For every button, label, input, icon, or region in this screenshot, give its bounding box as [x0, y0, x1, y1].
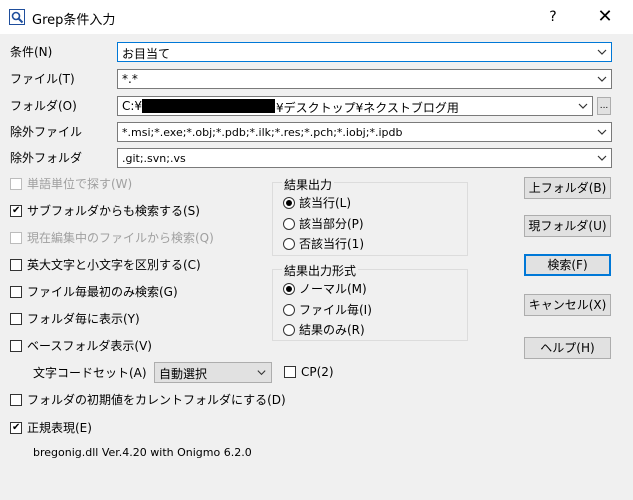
word-unit-checkbox[interactable]: 単語単位で探す(W)	[10, 175, 132, 192]
radio-label: 結果のみ(R)	[299, 323, 365, 337]
checkbox-box[interactable]	[10, 393, 22, 406]
radio-result-line[interactable]: 該当行(L)	[283, 194, 351, 211]
parent-folder-button[interactable]: 上フォルダ(B)	[524, 177, 611, 199]
window-title: Grep条件入力	[32, 13, 116, 28]
cancel-button[interactable]: キャンセル(X)	[524, 294, 611, 316]
redacted-block	[142, 99, 275, 113]
radio-format-normal[interactable]: ノーマル(M)	[283, 280, 367, 297]
exclude-folder-combo[interactable]: .git;.svn;.vs	[117, 148, 612, 168]
checkbox-box[interactable]	[10, 258, 22, 271]
checkbox-box[interactable]	[10, 177, 22, 190]
radio-button[interactable]	[283, 282, 295, 295]
init-folder-checkbox[interactable]: フォルダの初期値をカレントフォルダにする(D)	[10, 391, 286, 408]
init-folder-label: フォルダの初期値をカレントフォルダにする(D)	[27, 393, 286, 407]
exclude-folder-input[interactable]: .git;.svn;.vs	[122, 152, 186, 165]
regex-checkbox[interactable]: ✔ 正規表現(E)	[10, 419, 92, 436]
base-folder-checkbox[interactable]: ベースフォルダ表示(V)	[10, 337, 152, 354]
radio-result-part[interactable]: 該当部分(P)	[283, 215, 364, 232]
result-output-title: 結果出力	[282, 176, 335, 193]
first-only-label: ファイル毎最初のみ検索(G)	[27, 285, 178, 299]
footer-version: bregonig.dll Ver.4.20 with Onigmo 6.2.0	[33, 446, 252, 459]
subfolder-checkbox[interactable]: ✔ サブフォルダからも検索する(S)	[10, 202, 200, 219]
radio-label: ファイル毎(I)	[299, 303, 372, 317]
checkmark-icon: ✔	[12, 421, 21, 433]
checkbox-box[interactable]	[10, 339, 22, 352]
radio-label: ノーマル(M)	[299, 282, 367, 296]
checkbox-box[interactable]	[10, 285, 22, 298]
radio-dot	[286, 199, 292, 206]
checkbox-box[interactable]	[10, 312, 22, 325]
exclude-file-input[interactable]: *.msi;*.exe;*.obj;*.pdb;*.ilk;*.res;*.pc…	[122, 126, 402, 139]
app-search-icon	[9, 9, 25, 25]
checkbox-box[interactable]: ✔	[10, 204, 22, 217]
radio-dot	[286, 285, 292, 292]
cp-label: CP(2)	[301, 365, 334, 379]
close-button[interactable]: ✕	[583, 4, 627, 30]
current-file-checkbox[interactable]: 現在編集中のファイルから検索(Q)	[10, 229, 214, 246]
charset-label: 文字コードセット(A)	[33, 366, 147, 380]
help-button[interactable]: ヘルプ(H)	[524, 337, 611, 359]
word-unit-label: 単語単位で探す(W)	[27, 177, 133, 191]
case-checkbox[interactable]: 英大文字と小文字を区別する(C)	[10, 256, 201, 273]
radio-button[interactable]	[283, 237, 295, 250]
per-folder-label: フォルダ毎に表示(Y)	[27, 312, 140, 326]
folder-label: フォルダ(O)	[10, 99, 77, 113]
current-folder-button[interactable]: 現フォルダ(U)	[524, 215, 611, 237]
file-combo[interactable]: *.*	[117, 69, 612, 89]
radio-button[interactable]	[283, 303, 295, 316]
chevron-down-icon[interactable]	[596, 126, 608, 138]
radio-format-result-only[interactable]: 結果のみ(R)	[283, 321, 365, 338]
file-label: ファイル(T)	[10, 72, 75, 86]
radio-button[interactable]	[283, 217, 295, 230]
checkbox-box[interactable]	[284, 366, 296, 378]
exclude-file-combo[interactable]: *.msi;*.exe;*.obj;*.pdb;*.ilk;*.res;*.pc…	[117, 122, 612, 142]
radio-format-per-file[interactable]: ファイル毎(I)	[283, 301, 372, 318]
folder-input-prefix[interactable]: C:¥	[122, 99, 142, 113]
checkmark-icon: ✔	[12, 204, 21, 216]
chevron-down-icon[interactable]	[596, 46, 608, 58]
per-folder-checkbox[interactable]: フォルダ毎に表示(Y)	[10, 310, 140, 327]
case-label: 英大文字と小文字を区別する(C)	[27, 258, 201, 272]
subfolder-label: サブフォルダからも検索する(S)	[27, 204, 200, 218]
regex-label: 正規表現(E)	[27, 421, 92, 435]
chevron-down-icon[interactable]	[577, 100, 589, 112]
checkbox-box[interactable]	[10, 231, 22, 244]
checkbox-box[interactable]: ✔	[10, 421, 22, 434]
folder-combo[interactable]: C:¥ ¥デスクトップ¥ネクストブログ用	[117, 96, 593, 116]
chevron-down-icon[interactable]	[596, 152, 608, 164]
base-folder-label: ベースフォルダ表示(V)	[27, 339, 152, 353]
exclude-file-label: 除外ファイル	[10, 125, 83, 139]
folder-input-suffix[interactable]: ¥デスクトップ¥ネクストブログ用	[276, 99, 459, 116]
cp-checkbox[interactable]: CP(2)	[284, 365, 334, 379]
radio-button[interactable]	[283, 323, 295, 336]
chevron-down-icon[interactable]	[256, 367, 267, 378]
result-format-title: 結果出力形式	[282, 262, 359, 279]
condition-input[interactable]: お目当て	[122, 45, 170, 62]
radio-button[interactable]	[283, 196, 295, 209]
first-only-checkbox[interactable]: ファイル毎最初のみ検索(G)	[10, 283, 178, 300]
folder-browse-button[interactable]: ...	[597, 97, 611, 115]
condition-combo[interactable]: お目当て	[117, 42, 612, 62]
current-file-label: 現在編集中のファイルから検索(Q)	[27, 231, 214, 245]
charset-value[interactable]: 自動選択	[159, 365, 207, 382]
radio-result-nonmatch[interactable]: 否該当行(1)	[283, 235, 364, 252]
search-button[interactable]: 検索(F)	[524, 254, 611, 276]
radio-label: 否該当行(1)	[299, 237, 364, 251]
title-help-button[interactable]: ?	[536, 4, 570, 30]
radio-label: 該当行(L)	[299, 196, 352, 210]
file-input[interactable]: *.*	[122, 72, 138, 86]
charset-select[interactable]: 自動選択	[154, 362, 272, 383]
exclude-folder-label: 除外フォルダ	[10, 151, 83, 165]
chevron-down-icon[interactable]	[596, 73, 608, 85]
condition-label: 条件(N)	[10, 45, 53, 59]
title-bar: Grep条件入力 ? ✕	[0, 0, 633, 34]
radio-label: 該当部分(P)	[299, 217, 364, 231]
